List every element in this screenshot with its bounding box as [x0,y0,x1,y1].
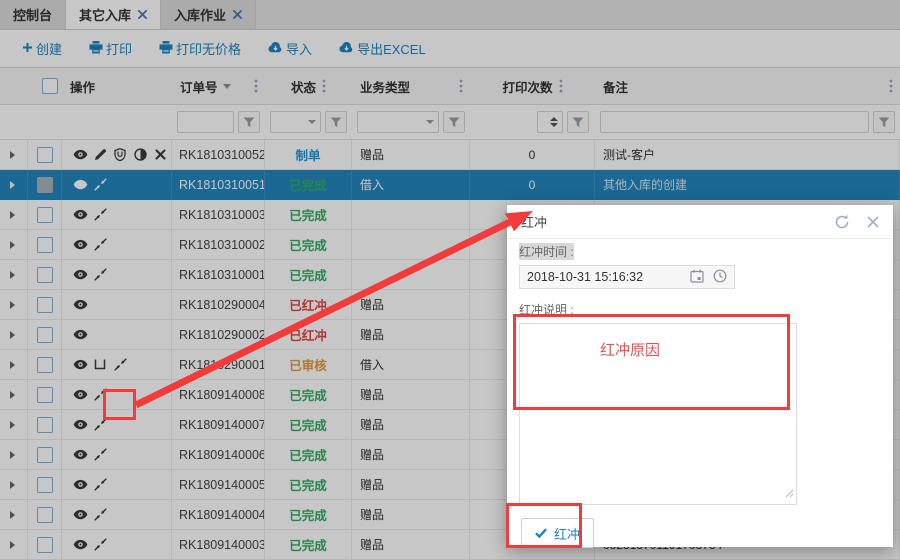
reversal-time-value: 2018-10-31 15:16:32 [527,270,644,284]
dialog-header: 红冲 [507,205,893,239]
reversal-time-label: 红冲时间 : [519,243,574,260]
reversal-desc-label: 红冲说明 : [519,303,574,317]
check-icon [535,526,547,541]
submit-reversal-button[interactable]: 红冲 [521,518,595,548]
reversal-desc-textarea[interactable] [519,323,797,505]
close-icon[interactable] [867,216,879,228]
dialog-body: 红冲时间 : 2018-10-31 15:16:32 红冲说明 : 红冲 [507,239,893,548]
submit-reversal-label: 红冲 [554,526,581,542]
dialog-title: 红冲 [521,215,548,230]
calendar-icon[interactable] [690,269,704,286]
refresh-icon[interactable] [834,214,850,230]
red-reversal-dialog: 红冲 红冲时间 : 2018-10-31 15:16:32 红冲说明 : 红冲 [507,205,893,548]
clock-icon[interactable] [713,269,727,286]
resize-grip[interactable] [785,487,794,501]
reversal-time-input[interactable]: 2018-10-31 15:16:32 [519,265,735,289]
